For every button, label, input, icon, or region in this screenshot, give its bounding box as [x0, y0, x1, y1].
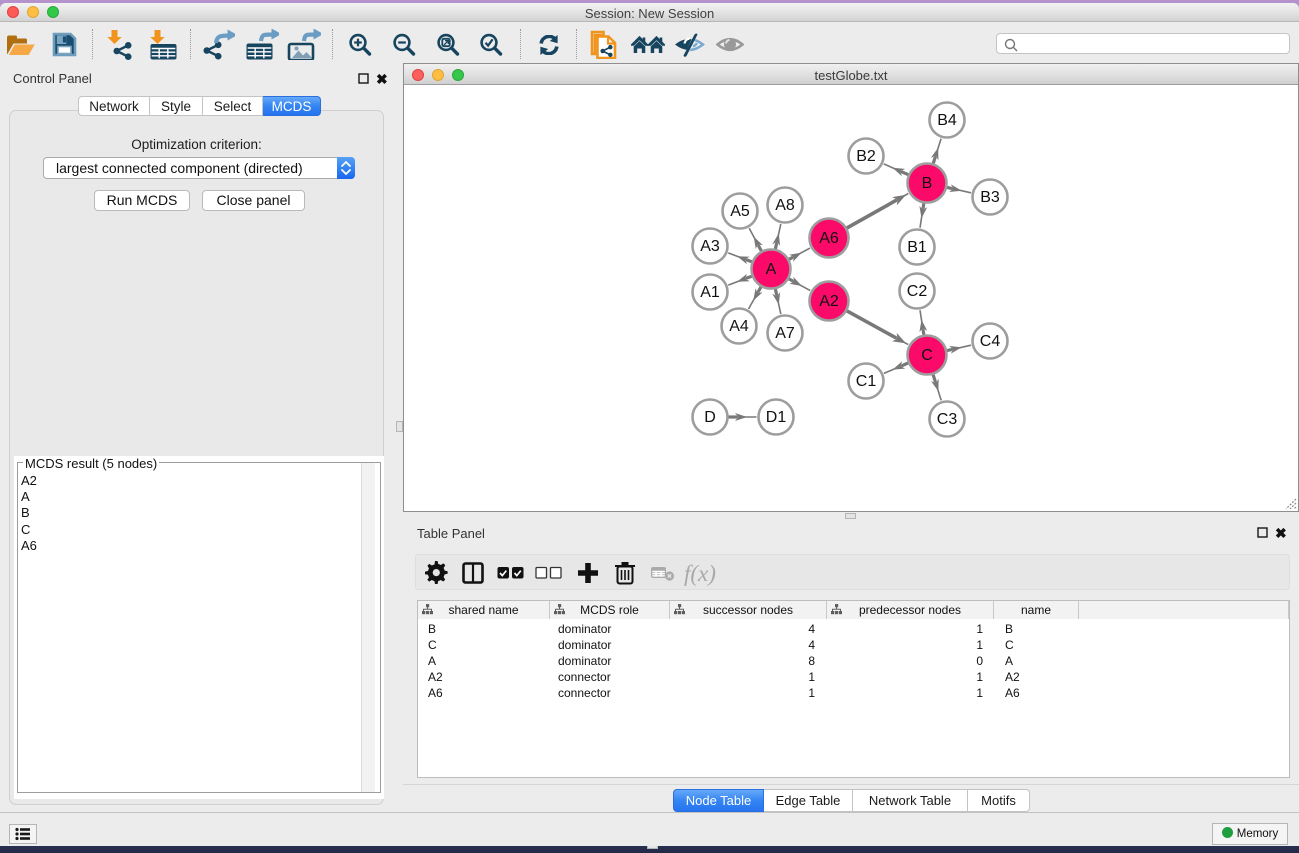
- svg-text:C4: C4: [980, 333, 1001, 350]
- svg-text:B: B: [922, 175, 933, 192]
- svg-text:A5: A5: [730, 203, 750, 220]
- svg-text:A8: A8: [775, 197, 795, 214]
- svg-text:A2: A2: [819, 293, 839, 310]
- svg-text:D1: D1: [766, 409, 787, 426]
- svg-text:C3: C3: [937, 411, 958, 428]
- svg-text:f(x): f(x): [684, 561, 716, 586]
- svg-text:C: C: [921, 347, 933, 364]
- svg-text:B4: B4: [937, 112, 957, 129]
- svg-text:A3: A3: [700, 238, 720, 255]
- svg-text:C1: C1: [856, 373, 877, 390]
- svg-text:B3: B3: [980, 189, 1000, 206]
- svg-text:A7: A7: [775, 325, 795, 342]
- svg-text:A4: A4: [729, 318, 749, 335]
- svg-text:B2: B2: [856, 148, 876, 165]
- svg-text:B1: B1: [907, 239, 927, 256]
- svg-text:A: A: [766, 261, 777, 278]
- svg-text:C2: C2: [907, 283, 928, 300]
- svg-text:A1: A1: [700, 284, 720, 301]
- svg-text:A6: A6: [819, 230, 839, 247]
- svg-text:D: D: [704, 409, 716, 426]
